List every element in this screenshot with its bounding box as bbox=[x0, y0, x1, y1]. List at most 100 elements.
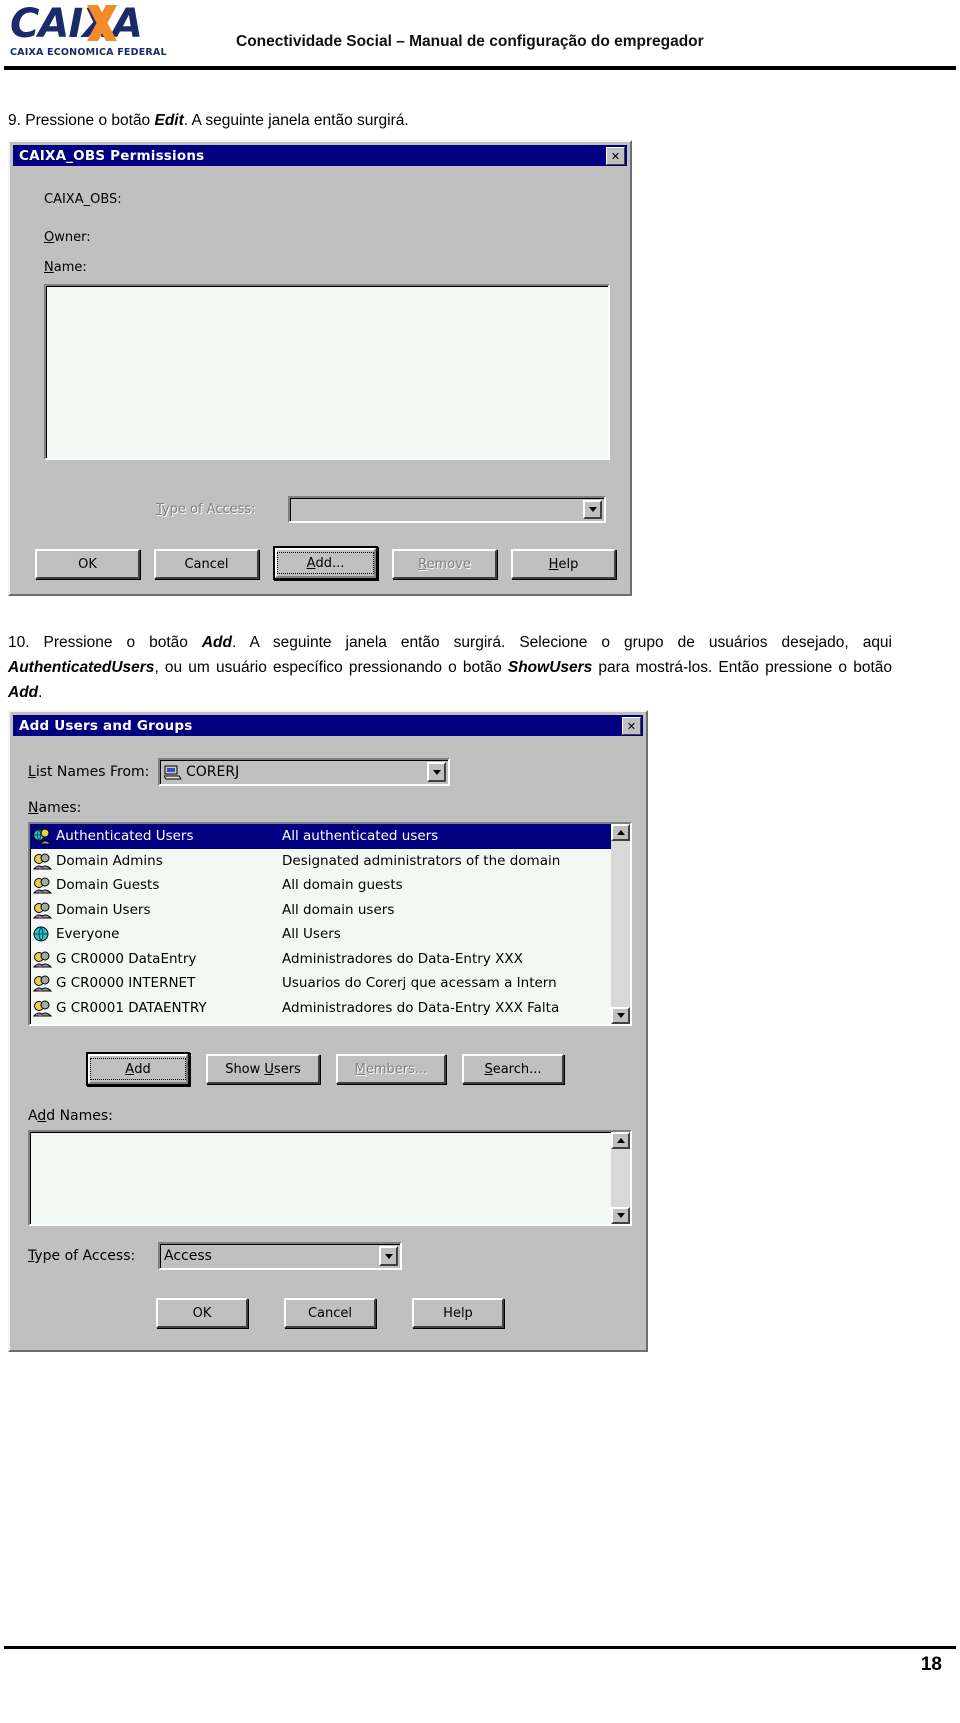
step-10-part-3: , ou um usuário específico pressionando … bbox=[154, 658, 508, 676]
logo-x-icon bbox=[87, 5, 117, 41]
list-item[interactable]: Domain Admins Designated administrators o… bbox=[30, 849, 611, 874]
permissions-remove-button: Remove bbox=[392, 549, 497, 579]
chevron-down-icon[interactable] bbox=[427, 762, 446, 782]
step-10-part-4: para mostrá-los. Então pressione o botão bbox=[592, 658, 892, 676]
scroll-up-icon[interactable] bbox=[611, 824, 630, 841]
caixa-logo: CAIXA CAIXA ECONOMICA FEDERAL bbox=[10, 4, 167, 60]
computer-icon bbox=[164, 765, 182, 779]
close-icon[interactable]: ✕ bbox=[606, 147, 625, 165]
chevron-down-icon[interactable] bbox=[379, 1246, 398, 1266]
list-item[interactable]: G CR0000 DataEntry Administradores do Dat… bbox=[30, 947, 611, 972]
page-number: 18 bbox=[920, 1654, 942, 1675]
domain-select[interactable]: CORERJ bbox=[158, 758, 450, 786]
add-users-title: Add Users and Groups bbox=[19, 717, 193, 734]
step-10-emphasis-2: AuthenticatedUsers bbox=[8, 658, 155, 676]
step-10-emphasis-4: Add bbox=[8, 683, 39, 701]
page-header: CAIXA CAIXA ECONOMICA FEDERAL Conectivid… bbox=[0, 0, 960, 72]
permissions-type-of-access-combo[interactable] bbox=[288, 496, 606, 523]
globe-icon bbox=[33, 926, 49, 942]
step-10-part-5: . bbox=[38, 683, 43, 701]
permissions-type-of-access-label: Type of Access: bbox=[156, 502, 256, 517]
header-divider bbox=[4, 66, 956, 70]
step-10-text: 10. Pressione o botão Add. A seguinte ja… bbox=[8, 630, 892, 705]
list-item-description: Designated administrators of the domain bbox=[282, 852, 561, 869]
add-users-titlebar[interactable]: Add Users and Groups ✕ bbox=[13, 715, 643, 736]
list-item[interactable]: Authenticated Users All authenticated use… bbox=[30, 824, 611, 849]
members-button: Members... bbox=[336, 1054, 446, 1084]
list-item[interactable]: Domain Users All domain users bbox=[30, 898, 611, 923]
list-item-name: Domain Users bbox=[56, 901, 151, 918]
globe-group-icon bbox=[33, 828, 52, 845]
permissions-titlebar[interactable]: CAIXA_OBS Permissions ✕ bbox=[13, 145, 627, 166]
list-item-description: Usuarios do Corerj que acessam a Intern bbox=[282, 975, 557, 992]
step-9-text: 9. Pressione o botão Edit. A seguinte ja… bbox=[8, 108, 708, 133]
list-item-name: G CR0000 DataEntry bbox=[56, 950, 197, 967]
list-item-description: Administradores do Data-Entry XXX bbox=[282, 950, 523, 967]
list-item[interactable]: G CR0001 DATAENTRY Administradores do Dat… bbox=[30, 996, 611, 1021]
list-item-name: G CR0000 INTERNET bbox=[56, 975, 196, 992]
group-icon bbox=[33, 902, 52, 918]
step-10-emphasis-1: Add bbox=[201, 633, 232, 651]
add-users-type-of-access-value: Access bbox=[164, 1248, 212, 1264]
permissions-names-listbox[interactable] bbox=[44, 284, 610, 460]
add-users-type-of-access-label: Type of Access: bbox=[28, 1248, 136, 1264]
domain-value: CORERJ bbox=[186, 764, 240, 780]
add-users-help-button[interactable]: Help bbox=[412, 1298, 504, 1328]
footer-divider bbox=[4, 1646, 956, 1649]
scroll-down-icon[interactable] bbox=[611, 1007, 630, 1024]
close-icon[interactable]: ✕ bbox=[622, 717, 641, 735]
permissions-add-button[interactable]: Add... bbox=[273, 546, 378, 580]
add-users-ok-button[interactable]: OK bbox=[156, 1298, 248, 1328]
permissions-cancel-button[interactable]: Cancel bbox=[154, 549, 259, 579]
group-icon bbox=[33, 975, 52, 992]
step-9-part-2: . A seguinte janela então surgirá. bbox=[183, 111, 409, 129]
list-item-description: All domain guests bbox=[282, 877, 403, 894]
names-label: Names: bbox=[28, 800, 82, 816]
group-icon bbox=[33, 951, 52, 967]
group-icon bbox=[33, 1000, 52, 1016]
list-item[interactable]: Domain Guests All domain guests bbox=[30, 873, 611, 898]
add-users-type-of-access-combo[interactable]: Access bbox=[158, 1242, 402, 1270]
list-item-name: G CR0001 DATAENTRY bbox=[56, 999, 207, 1016]
add-names-label: Add Names: bbox=[28, 1108, 113, 1124]
show-users-button[interactable]: Show Users bbox=[206, 1054, 320, 1084]
list-item-name: Domain Guests bbox=[56, 877, 160, 894]
step-10-part-1: 10. Pressione o botão bbox=[8, 633, 202, 651]
list-item-name: Domain Admins bbox=[56, 852, 163, 869]
logo-wordmark-text: CAIXA bbox=[10, 1, 143, 47]
step-10-part-2: . A seguinte janela então surgirá. Selec… bbox=[232, 633, 892, 651]
group-icon bbox=[33, 853, 52, 869]
search-button[interactable]: Search... bbox=[462, 1054, 564, 1084]
permissions-help-button[interactable]: Help bbox=[511, 549, 616, 579]
add-users-and-groups-dialog: Add Users and Groups ✕ List Names From: … bbox=[8, 710, 648, 1352]
add-users-cancel-button[interactable]: Cancel bbox=[284, 1298, 376, 1328]
permissions-ok-button[interactable]: OK bbox=[35, 549, 140, 579]
step-9-part-1: 9. Pressione o botão bbox=[8, 111, 155, 129]
names-listbox[interactable]: Authenticated Users All authenticated use… bbox=[28, 822, 632, 1026]
group-icon bbox=[33, 877, 52, 894]
add-names-scrollbar[interactable] bbox=[611, 1132, 630, 1224]
list-item-description: All Users bbox=[282, 926, 341, 943]
caixa-obs-permissions-dialog: CAIXA_OBS Permissions ✕ CAIXA_OBS: Owner… bbox=[8, 140, 632, 596]
logo-wordmark: CAIXA bbox=[10, 4, 162, 46]
list-item[interactable]: Everyone All Users bbox=[30, 922, 611, 947]
list-item-description: Administradores do Data-Entry XXX Falta bbox=[282, 999, 560, 1016]
chevron-down-icon[interactable] bbox=[583, 500, 602, 519]
step-9-emphasis: Edit bbox=[154, 111, 184, 129]
add-names-textarea[interactable] bbox=[28, 1130, 632, 1226]
add-button[interactable]: Add bbox=[86, 1052, 190, 1086]
scroll-up-icon[interactable] bbox=[611, 1132, 630, 1149]
permissions-owner-label: Owner: bbox=[44, 230, 91, 245]
list-item-description: All domain users bbox=[282, 901, 395, 918]
list-item-name: Authenticated Users bbox=[56, 828, 194, 845]
logo-subtitle: CAIXA ECONOMICA FEDERAL bbox=[10, 47, 167, 58]
scroll-down-icon[interactable] bbox=[611, 1207, 630, 1224]
permissions-name-label: Name: bbox=[44, 260, 87, 275]
permissions-title: CAIXA_OBS Permissions bbox=[19, 147, 205, 164]
list-item[interactable]: G CR0000 INTERNET Usuarios do Corerj que … bbox=[30, 971, 611, 996]
list-item-description: All authenticated users bbox=[282, 828, 439, 845]
names-scrollbar[interactable] bbox=[611, 824, 630, 1024]
list-item-name: Everyone bbox=[56, 926, 120, 943]
header-title: Conectividade Social – Manual de configu… bbox=[236, 33, 704, 50]
permissions-object-label: CAIXA_OBS: bbox=[44, 192, 122, 207]
